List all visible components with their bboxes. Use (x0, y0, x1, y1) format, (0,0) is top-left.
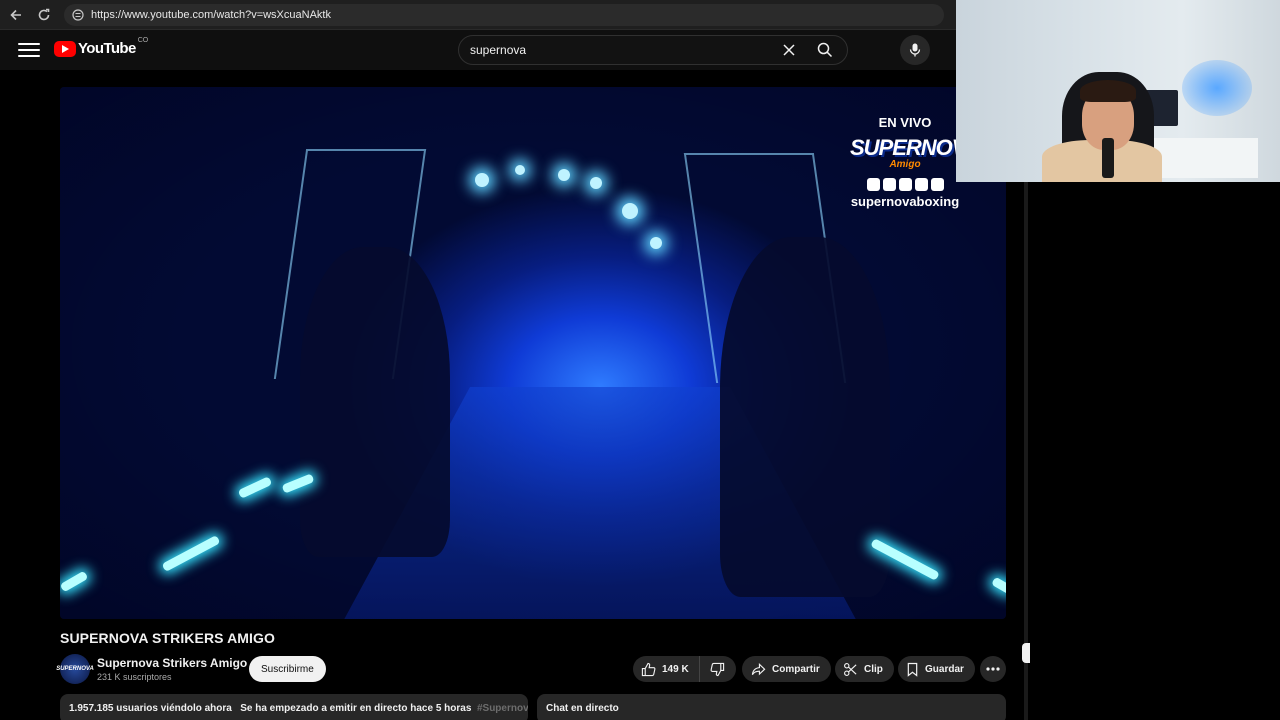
logo-text: YouTube (78, 40, 136, 57)
like-button[interactable]: 149 K (633, 656, 700, 682)
tiktok-icon (914, 178, 928, 191)
address-bar[interactable]: https://www.youtube.com/watch?v=wsXcuaNA… (64, 3, 944, 26)
save-button[interactable]: Guardar (898, 656, 975, 682)
voice-search-icon[interactable] (900, 35, 930, 65)
reload-button[interactable] (32, 3, 56, 27)
youtube-masthead: YouTube CO (0, 30, 956, 70)
stage-light (558, 169, 570, 181)
search-box (458, 35, 848, 65)
led-tube (237, 476, 273, 499)
live-viewer-count: 1.957.185 usuarios viéndolo ahora (69, 703, 232, 714)
save-label: Guardar (925, 663, 964, 675)
background-shelf (1152, 138, 1258, 178)
back-arrow-icon (10, 9, 21, 20)
webcam-overlay (956, 0, 1280, 182)
youtube-icon (882, 178, 896, 191)
share-button[interactable]: Compartir (742, 656, 831, 682)
live-label: EN VIVO (878, 115, 932, 130)
performer-left (300, 247, 450, 557)
live-brand-overlay: EN VIVO SUPERNOVA Amigo supernovaboxing (850, 115, 980, 209)
scissors-icon (843, 662, 858, 677)
brand-logo-text: SUPERNOVA (850, 135, 980, 160)
search-icon[interactable] (803, 36, 847, 64)
performer-right (720, 237, 890, 597)
right-blank-area (1028, 182, 1280, 720)
bookmark-icon (906, 662, 919, 677)
share-label: Compartir (772, 663, 820, 675)
more-actions-button[interactable] (980, 656, 1006, 682)
social-icons (850, 178, 960, 191)
like-count: 149 K (662, 663, 689, 675)
clear-search-icon[interactable] (775, 43, 803, 57)
reload-icon (38, 8, 50, 20)
subscriber-count: 231 K suscriptores (97, 672, 172, 682)
social-handle: supernovaboxing (850, 194, 960, 209)
like-dislike-group: 149 K (633, 656, 736, 682)
thumbs-down-icon (710, 662, 725, 677)
stage-light (475, 173, 489, 187)
youtube-play-icon (54, 40, 76, 57)
stream-start-time: Se ha empezado a emitir en directo hace … (240, 703, 472, 714)
clip-label: Clip (864, 663, 883, 675)
site-info-icon[interactable] (72, 8, 84, 21)
led-tube (161, 534, 221, 573)
streamer-hair (1080, 80, 1136, 102)
facebook-icon (930, 178, 944, 191)
stage-light (650, 237, 662, 249)
search-input[interactable] (459, 43, 775, 57)
video-player[interactable]: EN VIVO SUPERNOVA Amigo supernovaboxing (60, 87, 1006, 619)
video-title: SUPERNOVA STRIKERS AMIGO (60, 630, 276, 646)
instagram-icon (898, 178, 912, 191)
led-tube (991, 576, 1006, 595)
background-light (1182, 60, 1252, 116)
description-box[interactable]: 1.957.185 usuarios viéndolo ahora Se ha … (60, 694, 528, 720)
live-chat-label: Chat en directo (546, 703, 619, 714)
country-code: CO (137, 37, 149, 44)
share-icon (751, 662, 766, 677)
stage-light (515, 165, 525, 175)
description-hashtag[interactable]: #SupernovaS (477, 703, 528, 714)
led-tube (60, 570, 89, 593)
microphone (1102, 138, 1114, 178)
dislike-button[interactable] (700, 656, 736, 682)
menu-icon[interactable] (18, 40, 40, 60)
channel-name[interactable]: Supernova Strikers Amigo (97, 656, 247, 670)
more-horizontal-icon (986, 667, 1000, 671)
subscribe-button[interactable]: Suscribirme (249, 656, 326, 682)
side-toggle-handle[interactable] (1022, 643, 1030, 663)
channel-avatar[interactable]: SUPERNOVA (56, 654, 94, 684)
url-text: https://www.youtube.com/watch?v=wsXcuaNA… (91, 8, 331, 21)
stage-light (590, 177, 602, 189)
youtube-logo[interactable]: YouTube CO (54, 37, 149, 57)
thumbs-up-icon (641, 662, 656, 677)
twitch-icon (866, 178, 880, 191)
clip-button[interactable]: Clip (835, 656, 894, 682)
browser-toolbar: https://www.youtube.com/watch?v=wsXcuaNA… (0, 0, 956, 30)
back-button[interactable] (4, 3, 28, 27)
live-chat-header[interactable]: Chat en directo (537, 694, 1006, 720)
stage-light (622, 203, 638, 219)
